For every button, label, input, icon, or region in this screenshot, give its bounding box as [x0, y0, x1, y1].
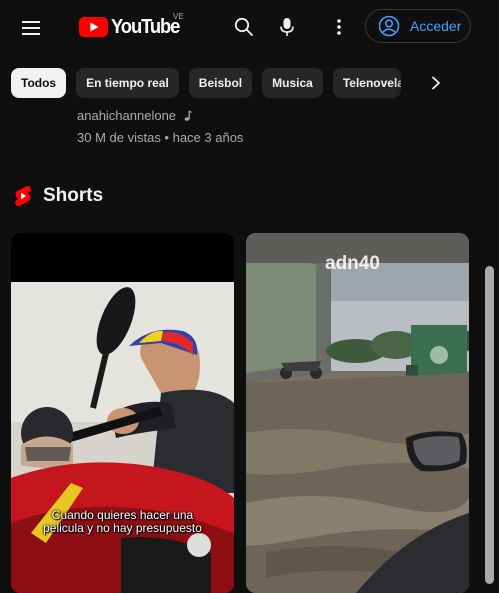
- shorts-title: Shorts: [43, 185, 104, 206]
- channel-row: anahichannelone: [77, 108, 243, 123]
- sign-in-button[interactable]: Acceder: [365, 9, 471, 43]
- watermark-text: adn40: [325, 253, 380, 274]
- short-thumbnail: [246, 233, 469, 593]
- chip-todos[interactable]: Todos: [11, 68, 67, 98]
- chip-musica[interactable]: Musica: [262, 68, 323, 98]
- masthead: YouTube VE Acceder: [0, 0, 499, 54]
- more-vert-icon[interactable]: [322, 10, 356, 44]
- account-circle-icon: [378, 15, 400, 37]
- microphone-icon[interactable]: [270, 10, 304, 44]
- chevron-right-icon[interactable]: [422, 68, 450, 98]
- chip-en-tiempo-real[interactable]: En tiempo real: [76, 68, 179, 98]
- youtube-play-icon: [79, 17, 108, 37]
- country-code: VE: [173, 12, 184, 21]
- video-metadata: anahichannelone 30 M de vistas • hace 3 …: [77, 108, 243, 145]
- short-thumbnail: [11, 233, 234, 593]
- music-note-icon: [184, 110, 192, 121]
- menu-icon[interactable]: [14, 11, 48, 45]
- short-caption: Cuando quieres hacer una pelicula y no h…: [11, 509, 234, 535]
- shorts-icon: [15, 185, 31, 207]
- chip-telenovelas[interactable]: Telenovelas: [332, 68, 401, 98]
- search-icon[interactable]: [227, 10, 261, 44]
- channel-name[interactable]: anahichannelone: [77, 108, 176, 123]
- logo-wordmark: YouTube: [111, 15, 180, 38]
- youtube-logo[interactable]: YouTube VE: [79, 12, 185, 40]
- short-card[interactable]: adn40: [246, 233, 469, 593]
- views-line: 30 M de vistas • hace 3 años: [77, 130, 244, 145]
- filter-chips: Todos En tiempo real Beisbol Musica Tele…: [11, 68, 401, 98]
- shorts-header: Shorts: [14, 185, 103, 207]
- chip-beisbol[interactable]: Beisbol: [188, 68, 253, 98]
- scrollbar-thumb[interactable]: [485, 266, 494, 584]
- adn40-watermark: adn40: [325, 253, 380, 274]
- short-caption-line2: pelicula y no hay presupuesto: [43, 521, 202, 535]
- sign-in-label: Acceder: [410, 18, 462, 34]
- short-card[interactable]: Cuando quieres hacer una pelicula y no h…: [11, 233, 234, 593]
